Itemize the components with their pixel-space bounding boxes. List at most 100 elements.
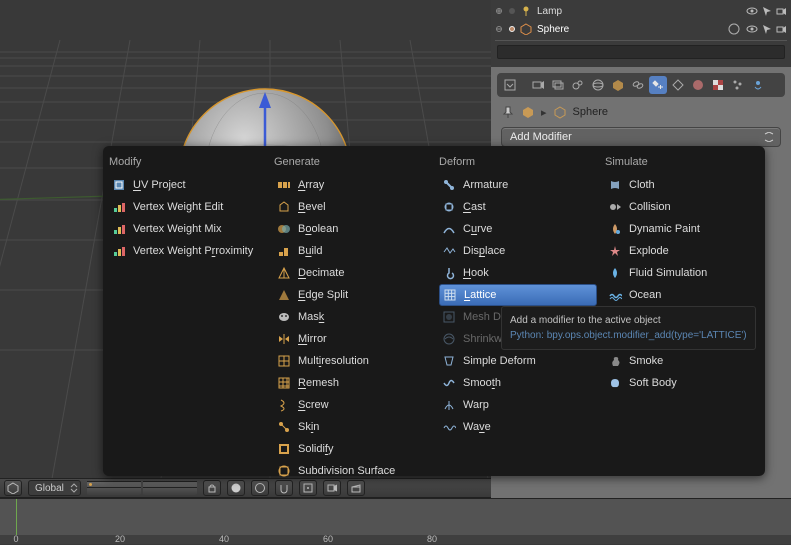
mod-smoke[interactable]: Smoke — [605, 350, 763, 372]
uv-project-icon — [111, 177, 127, 193]
mod-dynamic-paint[interactable]: Dynamic Paint — [605, 218, 763, 240]
cursor-icon[interactable] — [761, 23, 773, 35]
shading-wire-icon[interactable] — [251, 480, 269, 496]
pin-icon[interactable] — [501, 105, 515, 119]
mod-warp-icon — [441, 397, 457, 413]
tab-render-icon[interactable] — [529, 76, 547, 94]
cursor-icon[interactable] — [761, 5, 773, 17]
mod-lattice[interactable]: Lattice — [439, 284, 597, 306]
tab-material-icon[interactable] — [689, 76, 707, 94]
mod-boolean[interactable]: Boolean — [274, 218, 431, 240]
mod-hook-icon — [441, 265, 457, 281]
mod-remesh[interactable]: Remesh — [274, 372, 431, 394]
camera-icon[interactable] — [775, 5, 787, 17]
mod-vweight-edit[interactable]: Vertex Weight Edit — [109, 196, 266, 218]
eye-icon[interactable] — [745, 23, 759, 35]
tab-constraints-icon[interactable] — [629, 76, 647, 94]
tab-data-icon[interactable] — [669, 76, 687, 94]
vweight-prox-icon — [111, 243, 127, 259]
outliner-item-lamp[interactable]: Lamp — [495, 2, 787, 20]
mod-curve[interactable]: Curve — [439, 218, 597, 240]
shading-solid-icon[interactable] — [227, 480, 245, 496]
mod-smooth[interactable]: Smooth — [439, 372, 597, 394]
mod-collision-icon — [607, 199, 623, 215]
mod-array[interactable]: Array — [274, 174, 431, 196]
outliner-scrollbar[interactable] — [497, 45, 785, 59]
mod-subdivision-surface[interactable]: Subdivision Surface — [274, 460, 431, 482]
mod-mask[interactable]: Mask — [274, 306, 431, 328]
render-preview-icon[interactable] — [323, 480, 341, 496]
properties-tab-bar — [497, 73, 785, 97]
mod-bevel[interactable]: Bevel — [274, 196, 431, 218]
mod-bevel-icon — [276, 199, 292, 215]
mod-hook[interactable]: Hook — [439, 262, 597, 284]
mod-armature[interactable]: Armature — [439, 174, 597, 196]
mod-subdivision-surface-icon — [276, 463, 292, 479]
mod-dynamic-paint-icon — [607, 221, 623, 237]
mod-fluid-simulation[interactable]: Fluid Simulation — [605, 262, 763, 284]
mesh-data-icon[interactable] — [727, 23, 741, 35]
tooltip-line: Add a modifier to the active object — [510, 313, 747, 328]
outliner-item-sphere[interactable]: Sphere — [495, 20, 787, 38]
tab-world-icon[interactable] — [589, 76, 607, 94]
editor-type-icon[interactable] — [4, 480, 22, 496]
mod-decimate[interactable]: Decimate — [274, 262, 431, 284]
mod-explode[interactable]: Explode — [605, 240, 763, 262]
breadcrumb: ▸ Sphere — [491, 97, 791, 125]
menu-col-header: Generate — [274, 154, 431, 174]
timeline-cursor[interactable] — [16, 499, 17, 535]
chevron-right-icon: ▸ — [541, 106, 547, 119]
mod-soft-body[interactable]: Soft Body — [605, 372, 763, 394]
camera-icon[interactable] — [775, 23, 787, 35]
add-modifier-label: Add Modifier — [510, 131, 572, 143]
tab-dropdown-icon[interactable] — [501, 76, 519, 94]
mod-edge-split-icon — [276, 287, 292, 303]
mod-build[interactable]: Build — [274, 240, 431, 262]
expand-icon[interactable] — [495, 7, 505, 15]
mod-cloth[interactable]: Cloth — [605, 174, 763, 196]
mesh-icon — [519, 23, 533, 35]
mod-cloth-icon — [607, 177, 623, 193]
mod-cast[interactable]: Cast — [439, 196, 597, 218]
tab-modifiers-icon[interactable] — [649, 76, 667, 94]
expand-icon[interactable] — [495, 25, 505, 33]
tab-physics-icon[interactable] — [749, 76, 767, 94]
mod-edge-split[interactable]: Edge Split — [274, 284, 431, 306]
eye-icon[interactable] — [745, 5, 759, 17]
mod-solidify[interactable]: Solidify — [274, 438, 431, 460]
mod-multiresolution[interactable]: Multiresolution — [274, 350, 431, 372]
layer-buttons[interactable] — [87, 481, 197, 495]
snap-target-icon[interactable] — [299, 480, 317, 496]
mod-simple-deform[interactable]: Simple Deform — [439, 350, 597, 372]
tab-object-icon[interactable] — [609, 76, 627, 94]
add-modifier-dropdown[interactable]: Add Modifier — [501, 127, 781, 147]
mod-mirror-icon — [276, 331, 292, 347]
tab-particles-icon[interactable] — [729, 76, 747, 94]
snap-icon[interactable] — [275, 480, 293, 496]
mod-displace[interactable]: Displace — [439, 240, 597, 262]
mod-warp[interactable]: Warp — [439, 394, 597, 416]
timeline[interactable]: 0 20 40 60 80 — [0, 498, 791, 544]
mod-vweight-mix[interactable]: Vertex Weight Mix — [109, 218, 266, 240]
outliner[interactable]: Lamp Sphere — [491, 0, 791, 67]
mod-wave[interactable]: Wave — [439, 416, 597, 438]
breadcrumb-object-label: Sphere — [573, 106, 608, 118]
mod-uv-project[interactable]: UV Project — [109, 174, 266, 196]
mod-skin[interactable]: Skin — [274, 416, 431, 438]
menu-col-header: Deform — [439, 154, 597, 174]
tab-scene-icon[interactable] — [569, 76, 587, 94]
mod-screw[interactable]: Screw — [274, 394, 431, 416]
mod-ocean[interactable]: Ocean — [605, 284, 763, 306]
mesh-data-icon[interactable] — [553, 105, 567, 119]
mod-collision[interactable]: Collision — [605, 196, 763, 218]
lock-camera-icon[interactable] — [203, 480, 221, 496]
mod-boolean-icon — [276, 221, 292, 237]
outliner-item-label: Sphere — [537, 24, 715, 35]
mod-mirror[interactable]: Mirror — [274, 328, 431, 350]
clapper-icon[interactable] — [347, 480, 365, 496]
transform-orientation-dropdown[interactable]: Global — [28, 480, 81, 496]
object-icon[interactable] — [521, 105, 535, 119]
mod-vweight-prox[interactable]: Vertex Weight Prroximity — [109, 240, 266, 262]
tab-texture-icon[interactable] — [709, 76, 727, 94]
tab-render-layers-icon[interactable] — [549, 76, 567, 94]
